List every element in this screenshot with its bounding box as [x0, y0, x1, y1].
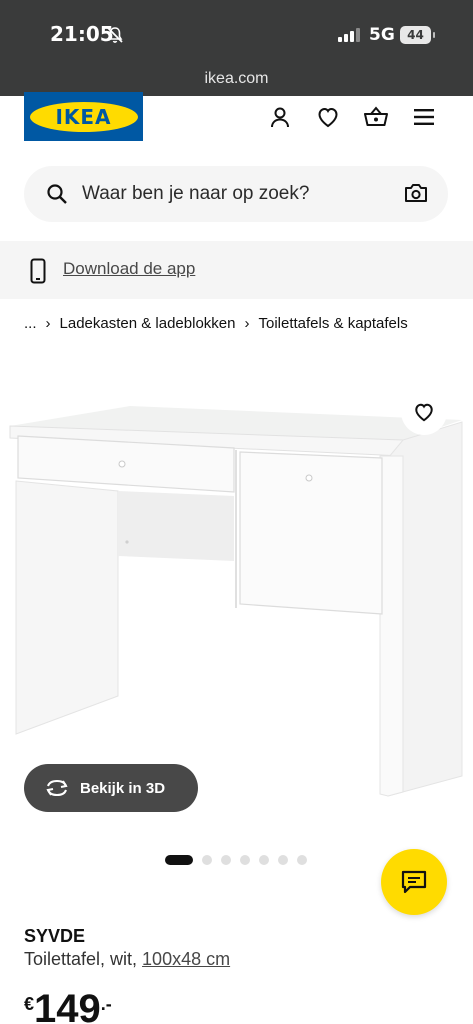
- product-price: € 149 .-: [24, 986, 112, 1024]
- product-name: SYVDE: [24, 926, 86, 946]
- chat-button[interactable]: [381, 849, 447, 915]
- rotate-3d-icon: [46, 779, 68, 797]
- search-bar[interactable]: Waar ben je naar op zoek?: [24, 166, 448, 222]
- price-decimal: .-: [100, 994, 112, 1014]
- app-download-banner[interactable]: Download de app: [0, 241, 473, 299]
- breadcrumb-item[interactable]: Ladekasten & ladeblokken: [60, 315, 236, 332]
- carousel-dot[interactable]: [278, 855, 288, 865]
- carousel-dot[interactable]: [259, 855, 269, 865]
- price-integer: 149: [34, 987, 101, 1024]
- favorite-button[interactable]: [401, 389, 447, 435]
- carousel-dot[interactable]: [240, 855, 250, 865]
- chevron-right-icon: ›: [45, 315, 51, 332]
- product-size-link[interactable]: 100x48 cm: [142, 949, 230, 969]
- menu-icon[interactable]: [411, 104, 437, 130]
- heart-icon[interactable]: [315, 104, 341, 130]
- camera-icon[interactable]: [404, 182, 428, 204]
- carousel-dot[interactable]: [297, 855, 307, 865]
- logo-text: IKEA: [29, 101, 138, 132]
- search-icon: [47, 184, 67, 204]
- status-time: 21:05: [50, 22, 114, 46]
- url-bar[interactable]: ikea.com: [0, 70, 473, 88]
- search-input[interactable]: Waar ben je naar op zoek?: [82, 183, 309, 205]
- price-currency: €: [24, 994, 35, 1014]
- carousel-dot[interactable]: [221, 855, 231, 865]
- image-carousel-dots: [165, 855, 307, 865]
- view-3d-button[interactable]: Bekijk in 3D: [24, 764, 198, 812]
- product-image[interactable]: [0, 396, 473, 804]
- heart-icon: [415, 403, 433, 422]
- basket-icon[interactable]: [363, 104, 389, 130]
- carousel-dot[interactable]: [202, 855, 212, 865]
- chevron-right-icon: ›: [244, 315, 250, 332]
- bell-muted-icon: [107, 27, 123, 43]
- breadcrumb-item[interactable]: Toilettafels & kaptafels: [258, 315, 407, 332]
- carousel-dot-active[interactable]: [165, 855, 193, 865]
- breadcrumb-ellipsis[interactable]: ...: [24, 315, 37, 332]
- product-type: Toilettafel, wit,: [24, 949, 143, 969]
- view-3d-label: Bekijk in 3D: [80, 779, 166, 797]
- product-description: Toilettafel, wit, 100x48 cm: [24, 949, 230, 970]
- chat-icon: [401, 870, 427, 894]
- ikea-logo[interactable]: IKEA: [24, 92, 143, 141]
- user-icon[interactable]: [267, 104, 293, 130]
- phone-icon: [30, 258, 46, 284]
- browser-chrome: 21:05 5G 44 ikea.com: [0, 0, 473, 96]
- breadcrumb: ... › Ladekasten & ladeblokken › Toilett…: [24, 315, 408, 332]
- network-type: 5G: [369, 25, 395, 45]
- signal-icon: [338, 28, 360, 42]
- battery-indicator: 44: [400, 26, 435, 44]
- download-app-link[interactable]: Download de app: [63, 259, 195, 279]
